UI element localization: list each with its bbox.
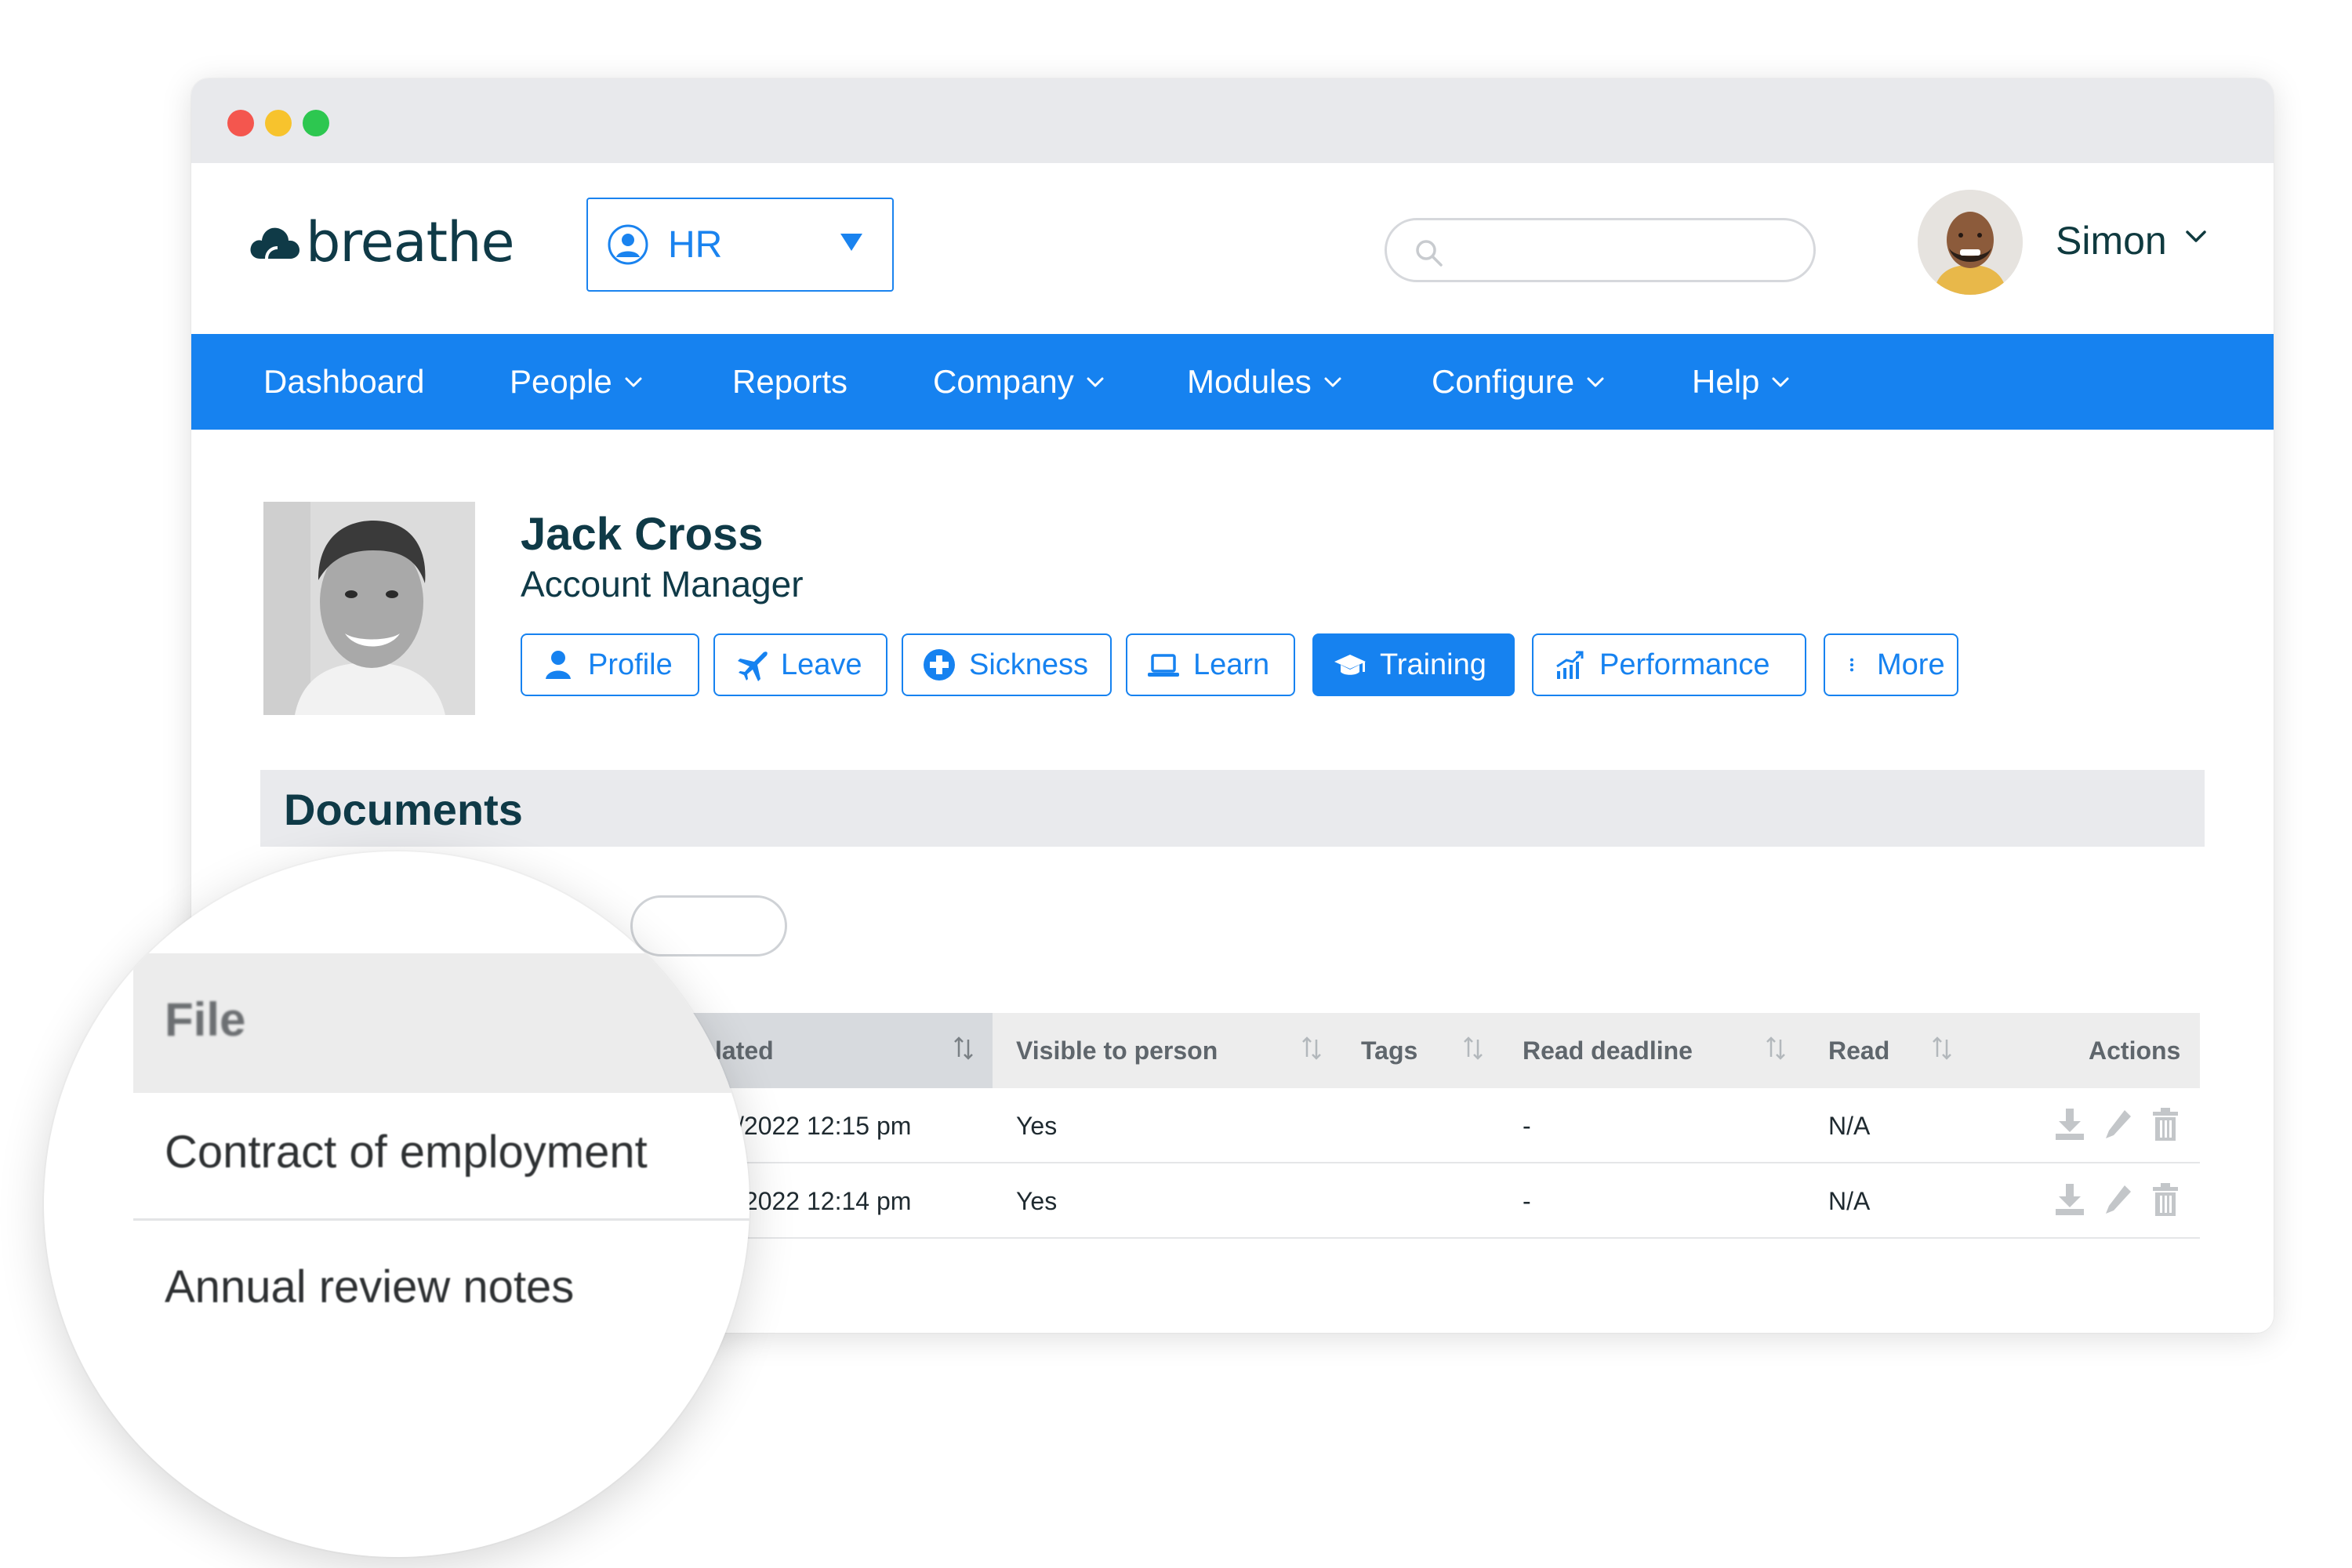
chevron-down-icon <box>1772 377 1789 387</box>
laptop-icon <box>1148 654 1179 677</box>
user-name[interactable]: Simon <box>2056 218 2167 263</box>
sort-icon[interactable] <box>952 1035 975 1062</box>
download-icon[interactable] <box>2053 1105 2087 1143</box>
header-read[interactable]: Read <box>1828 1036 1889 1065</box>
window-titlebar <box>191 78 2274 163</box>
tab-profile-label: Profile <box>588 648 673 681</box>
tab-learn-label: Learn <box>1193 648 1270 681</box>
documents-title: Documents <box>284 785 523 834</box>
sort-icon[interactable] <box>1930 1035 1954 1062</box>
plane-icon <box>738 652 768 681</box>
user-avatar-image <box>1918 190 2023 295</box>
minimize-window-dot[interactable] <box>265 110 292 136</box>
nav-modules[interactable]: Modules <box>1187 334 1343 430</box>
cell-file-name[interactable]: Contract of employment <box>165 1126 648 1178</box>
documents-section-header: Documents <box>260 770 2205 847</box>
cell-updated: /2022 12:14 pm <box>737 1187 912 1215</box>
tab-leave[interactable]: Leave <box>713 633 887 696</box>
nav-help-label: Help <box>1692 363 1760 400</box>
chevron-down-icon <box>1087 377 1104 387</box>
tab-performance[interactable]: Performance <box>1532 633 1806 696</box>
header-visible-to-person[interactable]: Visible to person <box>1016 1036 1218 1065</box>
cell-file-name[interactable]: Annual review notes <box>165 1261 574 1313</box>
tab-leave-label: Leave <box>781 648 862 681</box>
tab-profile[interactable]: Profile <box>521 633 699 696</box>
vertical-dots-icon <box>1849 658 1854 672</box>
chevron-down-icon <box>1324 377 1341 387</box>
maximize-window-dot[interactable] <box>303 110 329 136</box>
nav-reports-label: Reports <box>732 363 848 400</box>
medical-cross-icon <box>924 649 955 681</box>
search-icon <box>1416 240 1443 267</box>
nav-configure[interactable]: Configure <box>1432 334 1606 430</box>
search-input[interactable] <box>1385 218 1816 282</box>
cell-visible: Yes <box>1016 1112 1058 1140</box>
module-select-value: HR <box>668 223 723 266</box>
user-avatar[interactable] <box>1918 190 2023 295</box>
tab-training-label: Training <box>1380 648 1486 681</box>
tab-more[interactable]: More <box>1824 633 1958 696</box>
tab-learn[interactable]: Learn <box>1126 633 1295 696</box>
magnifier-zoom-overlay: File Contract of employment Annual revie… <box>44 851 750 1557</box>
person-icon <box>546 651 571 679</box>
logo-text: breathe <box>306 210 515 274</box>
nav-dashboard[interactable]: Dashboard <box>263 334 424 430</box>
sort-icon[interactable] <box>1764 1035 1788 1062</box>
nav-people[interactable]: People <box>510 334 644 430</box>
sort-icon[interactable] <box>1300 1035 1323 1062</box>
cell-read: N/A <box>1828 1112 1871 1140</box>
user-circle-icon <box>608 224 648 265</box>
trash-icon[interactable] <box>2148 1105 2183 1143</box>
tab-training[interactable]: Training <box>1312 633 1515 696</box>
module-select[interactable]: HR <box>586 198 894 292</box>
cell-read-deadline: - <box>1523 1187 1531 1215</box>
tab-sickness[interactable]: Sickness <box>902 633 1112 696</box>
cell-updated: /2022 12:15 pm <box>737 1112 912 1140</box>
employee-photo-image <box>263 502 475 715</box>
chart-growth-icon <box>1556 651 1584 679</box>
filter-input[interactable] <box>630 895 787 956</box>
tab-performance-label: Performance <box>1599 648 1770 681</box>
nav-people-label: People <box>510 363 612 400</box>
nav-dashboard-label: Dashboard <box>263 363 425 400</box>
header-tags[interactable]: Tags <box>1361 1036 1417 1065</box>
nav-help[interactable]: Help <box>1692 334 1791 430</box>
nav-configure-label: Configure <box>1432 363 1575 400</box>
download-icon[interactable] <box>2053 1181 2087 1218</box>
nav-reports[interactable]: Reports <box>732 334 848 430</box>
edit-pencil-icon[interactable] <box>2101 1181 2136 1218</box>
nav-modules-label: Modules <box>1187 363 1312 400</box>
header-actions: Actions <box>2089 1036 2181 1065</box>
breathe-logo[interactable]: breathe <box>249 207 515 278</box>
app-header: breathe HR Simon <box>191 163 2274 334</box>
header-read-deadline[interactable]: Read deadline <box>1523 1036 1693 1065</box>
cell-visible: Yes <box>1016 1187 1058 1215</box>
tab-more-label: More <box>1877 648 1945 681</box>
employee-photo <box>263 502 475 715</box>
caret-down-icon <box>840 234 862 251</box>
cloud-logo-icon <box>250 227 299 260</box>
row-divider <box>133 1218 750 1221</box>
nav-company-label: Company <box>933 363 1074 400</box>
tab-sickness-label: Sickness <box>969 648 1089 681</box>
sort-icon[interactable] <box>1461 1035 1485 1062</box>
edit-pencil-icon[interactable] <box>2101 1105 2136 1143</box>
close-window-dot[interactable] <box>227 110 254 136</box>
chevron-down-icon <box>1587 377 1604 387</box>
employee-name: Jack Cross <box>521 509 764 560</box>
cell-read: N/A <box>1828 1187 1871 1215</box>
chevron-down-icon[interactable] <box>2184 224 2208 248</box>
chevron-down-icon <box>625 377 642 387</box>
trash-icon[interactable] <box>2148 1181 2183 1218</box>
nav-company[interactable]: Company <box>933 334 1105 430</box>
cell-read-deadline: - <box>1523 1112 1531 1140</box>
header-file[interactable]: File <box>165 993 245 1047</box>
graduation-cap-icon <box>1334 655 1366 675</box>
main-navigation: Dashboard People Reports Company Modules… <box>191 334 2274 430</box>
employee-role: Account Manager <box>521 564 804 604</box>
